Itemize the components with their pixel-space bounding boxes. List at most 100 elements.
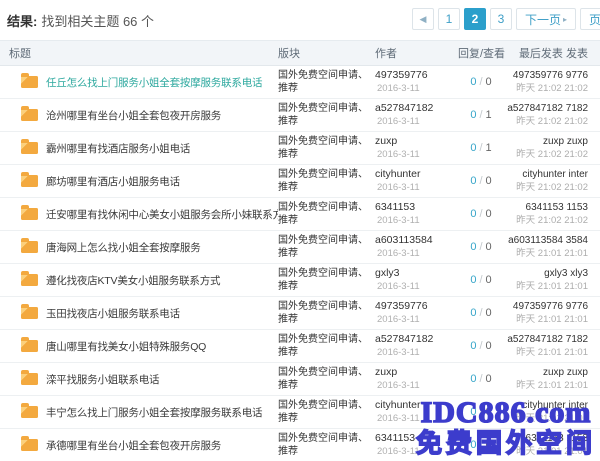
last-page-button[interactable]: 页▸ (580, 8, 600, 30)
lastpost-time: 昨天 21:01 21:01 (516, 446, 588, 457)
thread-title-link[interactable]: 唐海网上怎么找小姐全套按摩服务 (46, 240, 278, 255)
table-row: 滦平找服务小姐联系电话 国外免费空间申请、推荐 zuxp2016-3-11 0/… (0, 363, 600, 396)
result-toolbar: 结果:找到相关主题 66 个 ◀ 1 2 3 下一页▸ 页▸ (0, 0, 600, 40)
author-link[interactable]: a603113584 (375, 234, 433, 246)
author-link[interactable]: zuxp (375, 366, 397, 378)
lastpost-author-link[interactable]: a603113584 3584 (508, 235, 588, 246)
next-page-button[interactable]: 下一页▸ (516, 8, 576, 30)
thread-title-link[interactable]: 迁安哪里有找休闲中心美女小姐服务会所小妹联系方式 (46, 207, 278, 222)
author-link[interactable]: cityhunter (375, 399, 421, 411)
table-row: 唐海网上怎么找小姐全套按摩服务 国外免费空间申请、推荐 a60311358420… (0, 231, 600, 264)
prev-page-button[interactable]: ◀ (412, 8, 434, 30)
forum-link[interactable]: 国外免费空间申请、推荐 (278, 432, 375, 458)
result-label: 结果: (7, 14, 37, 29)
table-header: 标题 版块 作者 回复/查看 最后发表 发表 (0, 40, 600, 66)
page-button-2-active[interactable]: 2 (464, 8, 486, 30)
replies-views: 0/0 (458, 208, 504, 220)
result-summary: 结果:找到相关主题 66 个 (7, 11, 154, 30)
post-date: 2016-3-11 (375, 281, 420, 292)
post-date: 2016-3-11 (375, 347, 420, 358)
forum-link[interactable]: 国外免费空间申请、推荐 (278, 201, 375, 227)
forum-link[interactable]: 国外免费空间申请、推荐 (278, 399, 375, 425)
thread-title-link[interactable]: 遵化找夜店KTV美女小姐服务联系方式 (46, 273, 278, 288)
post-date: 2016-3-11 (375, 83, 420, 94)
folder-icon (21, 274, 38, 286)
replies-views: 0/0 (458, 241, 504, 253)
author-link[interactable]: gxly3 (375, 267, 400, 279)
post-date: 2016-3-11 (375, 149, 420, 160)
folder-icon (21, 109, 38, 121)
forum-link[interactable]: 国外免费空间申请、推荐 (278, 300, 375, 326)
post-date: 2016-3-11 (375, 446, 420, 457)
author-link[interactable]: 6341153 (375, 201, 415, 213)
thread-title-link[interactable]: 丰宁怎么找上门服务小姐全套按摩服务联系电话 (46, 405, 278, 420)
lastpost-author-link[interactable]: a527847182 7182 (507, 334, 588, 345)
folder-icon (21, 76, 38, 88)
author-link[interactable]: a527847182 (375, 102, 433, 114)
lastpost-author-link[interactable]: 497359776 9776 (513, 70, 588, 81)
last-page-label: 页 (589, 11, 600, 28)
pagination: ◀ 1 2 3 下一页▸ 页▸ (412, 8, 600, 30)
author-link[interactable]: 6341153 (375, 432, 415, 444)
folder-icon (21, 142, 38, 154)
folder-icon (21, 307, 38, 319)
table-row: 遵化找夜店KTV美女小姐服务联系方式 国外免费空间申请、推荐 gxly3 2016… (0, 264, 600, 297)
lastpost-author-link[interactable]: 6341153 1153 (526, 433, 588, 444)
thread-title-link[interactable]: 玉田找夜店小姐服务联系电话 (46, 306, 278, 321)
lastpost-time: 昨天 21:01 21:01 (516, 380, 588, 391)
lastpost-author-link[interactable]: zuxp zuxp (543, 136, 588, 147)
post-date: 2016-3-11 (375, 182, 420, 193)
post-date: 2016-3-11 (375, 116, 420, 127)
forum-link[interactable]: 国外免费空间申请、推荐 (278, 333, 375, 359)
author-link[interactable]: 497359776 (375, 300, 428, 312)
lastpost-author-link[interactable]: cityhunter inter (522, 400, 588, 411)
forum-link[interactable]: 国外免费空间申请、推荐 (278, 102, 375, 128)
folder-icon (21, 373, 38, 385)
lastpost-author-link[interactable]: 497359776 9776 (513, 301, 588, 312)
forum-link[interactable]: 国外免费空间申请、推荐 (278, 267, 375, 293)
table-row: 承德哪里有坐台小姐全套包夜开房服务 国外免费空间申请、推荐 6341153 201… (0, 429, 600, 461)
lastpost-author-link[interactable]: zuxp zuxp (543, 367, 588, 378)
folder-icon (21, 241, 38, 253)
author-link[interactable]: zuxp (375, 135, 397, 147)
replies-views: 0/0 (458, 406, 504, 418)
post-date: 2016-3-11 (375, 380, 420, 391)
lastpost-author-link[interactable]: gxly3 xly3 (544, 268, 588, 279)
author-link[interactable]: 497359776 (375, 69, 428, 81)
page-button-3[interactable]: 3 (490, 8, 512, 30)
thread-title-link[interactable]: 沧州哪里有坐台小姐全套包夜开房服务 (46, 108, 278, 123)
replies-views: 0/0 (458, 274, 504, 286)
lastpost-time: 昨天 21:02 21:02 (516, 83, 588, 94)
lastpost-time: 昨天 21:02 21:02 (516, 149, 588, 160)
header-author: 作者 (375, 45, 458, 61)
page-button-1[interactable]: 1 (438, 8, 460, 30)
replies-views: 0/0 (458, 439, 504, 451)
table-row: 廊坊哪里有酒店小姐服务电话 国外免费空间申请、推荐 cityhunter 2016… (0, 165, 600, 198)
replies-views: 0/0 (458, 340, 504, 352)
lastpost-time: 昨天 21:02 21:02 (516, 182, 588, 193)
forum-link[interactable]: 国外免费空间申请、推荐 (278, 135, 375, 161)
thread-title-link[interactable]: 霸州哪里有找酒店服务小姐电话 (46, 141, 278, 156)
lastpost-author-link[interactable]: cityhunter inter (522, 169, 588, 180)
replies-views: 0/0 (458, 307, 504, 319)
lastpost-author-link[interactable]: 6341153 1153 (526, 202, 588, 213)
header-replies-views: 回复/查看 (458, 45, 504, 61)
thread-title-link[interactable]: 唐山哪里有找美女小姐特殊服务QQ (46, 339, 278, 354)
author-link[interactable]: a527847182 (375, 333, 433, 345)
thread-title-link[interactable]: 承德哪里有坐台小姐全套包夜开房服务 (46, 438, 278, 453)
folder-icon (21, 406, 38, 418)
forum-link[interactable]: 国外免费空间申请、推荐 (278, 234, 375, 260)
table-row: 玉田找夜店小姐服务联系电话 国外免费空间申请、推荐 497359776 2016-… (0, 297, 600, 330)
thread-title-link[interactable]: 滦平找服务小姐联系电话 (46, 372, 278, 387)
lastpost-author-link[interactable]: a527847182 7182 (507, 103, 588, 114)
post-date: 2016-3-11 (375, 314, 420, 325)
forum-link[interactable]: 国外免费空间申请、推荐 (278, 168, 375, 194)
author-link[interactable]: cityhunter (375, 168, 421, 180)
thread-title-link[interactable]: 廊坊哪里有酒店小姐服务电话 (46, 174, 278, 189)
replies-views: 0/0 (458, 76, 504, 88)
forum-link[interactable]: 国外免费空间申请、推荐 (278, 69, 375, 95)
replies-views: 0/1 (458, 109, 504, 121)
lastpost-time: 昨天 21:02 21:02 (516, 116, 588, 127)
thread-title-link[interactable]: 任丘怎么找上门服务小姐全套按摩服务联系电话 (46, 75, 278, 90)
forum-link[interactable]: 国外免费空间申请、推荐 (278, 366, 375, 392)
